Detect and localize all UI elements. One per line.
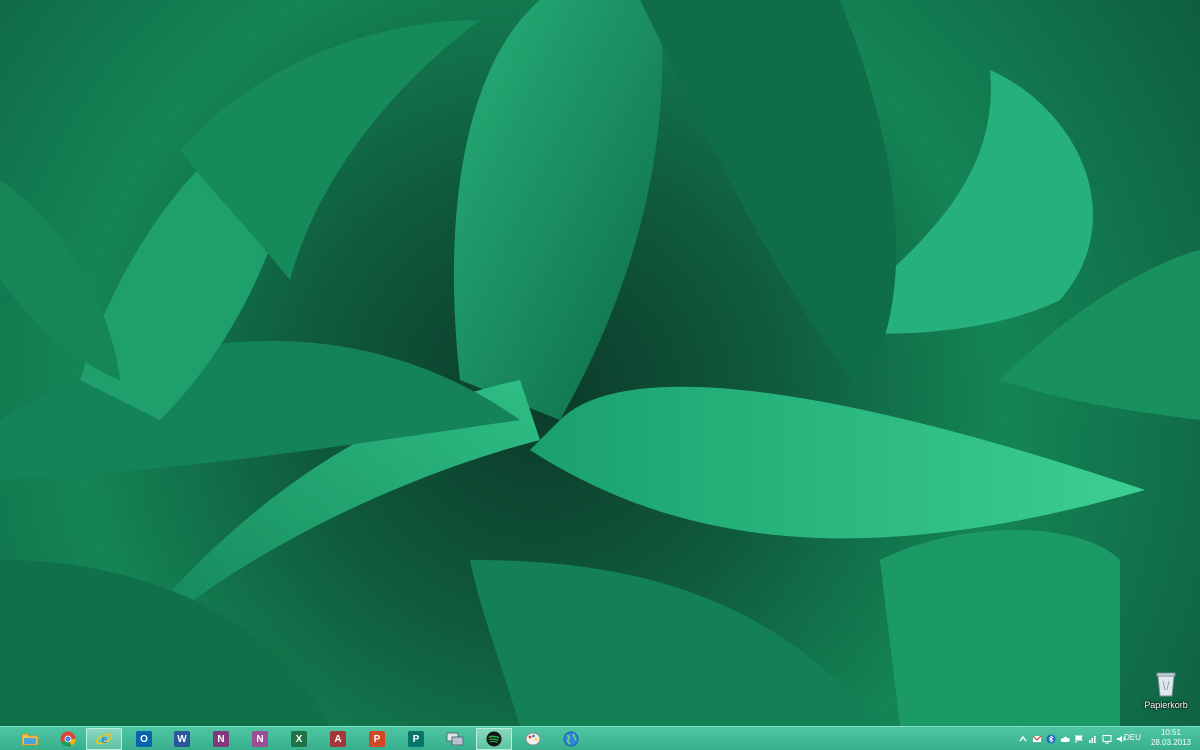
clock-date: 28.03.2013 <box>1150 738 1192 747</box>
taskbar-excel-button[interactable]: X <box>281 728 317 750</box>
taskbar-outlook-button[interactable]: O <box>126 728 162 750</box>
word-icon: W <box>174 731 190 747</box>
taskbar-internet-explorer-button[interactable]: e <box>86 728 122 750</box>
recycle-bin-icon <box>1156 672 1176 697</box>
taskbar-spotify-button[interactable] <box>476 728 512 750</box>
action-icon[interactable] <box>1102 734 1112 744</box>
taskbar-powerpoint-button[interactable]: P <box>359 728 395 750</box>
mail-tray-icon[interactable] <box>1032 734 1042 744</box>
desktop-icon-recycle-bin[interactable]: Papierkorb <box>1138 668 1194 724</box>
desktop-wallpaper <box>0 0 1200 726</box>
taskbar-remote-desktop-button[interactable] <box>437 728 473 750</box>
remote-desktop-icon <box>446 732 464 746</box>
flag-icon[interactable] <box>1074 734 1084 744</box>
outlook-icon: O <box>136 731 152 747</box>
network-icon[interactable] <box>1088 734 1098 744</box>
taskbar-onenote-alt-button[interactable]: N <box>242 728 278 750</box>
system-tray <box>1016 731 1128 747</box>
excel-icon: X <box>291 731 307 747</box>
onenote-icon: N <box>213 731 229 747</box>
chrome-icon <box>60 731 76 747</box>
taskbar-file-explorer-button[interactable] <box>12 728 48 750</box>
onenote-alt-icon: N <box>252 731 268 747</box>
clock[interactable]: 10:51 28.03.2013 <box>1144 728 1198 748</box>
paint-icon <box>525 732 541 746</box>
svg-text:e: e <box>101 731 107 746</box>
taskbar-word-button[interactable]: W <box>164 728 200 750</box>
taskbar-access-button[interactable]: A <box>320 728 356 750</box>
spotify-icon <box>486 731 502 747</box>
globe-icon <box>563 731 579 747</box>
taskbar-chrome-button[interactable] <box>50 728 86 750</box>
cloud-icon[interactable] <box>1060 734 1070 744</box>
access-icon: A <box>330 731 346 747</box>
publisher-icon: P <box>408 731 424 747</box>
taskbar-onenote-button[interactable]: N <box>203 728 239 750</box>
taskbar-globe-app-button[interactable] <box>553 728 589 750</box>
language-indicator[interactable]: DEU <box>1124 733 1141 742</box>
taskbar-paint-button[interactable] <box>515 728 551 750</box>
chevron-up-icon[interactable] <box>1018 734 1028 744</box>
folder-icon <box>21 733 39 746</box>
bluetooth-icon[interactable] <box>1046 734 1056 744</box>
taskbar-publisher-button[interactable]: P <box>398 728 434 750</box>
taskbar: e O W N N X A P P DEU 10:51 28.03.2013 <box>0 726 1200 750</box>
ie-icon: e <box>95 731 113 746</box>
clock-time: 10:51 <box>1160 728 1182 737</box>
powerpoint-icon: P <box>369 731 385 747</box>
desktop-icon-label: Papierkorb <box>1144 700 1188 710</box>
